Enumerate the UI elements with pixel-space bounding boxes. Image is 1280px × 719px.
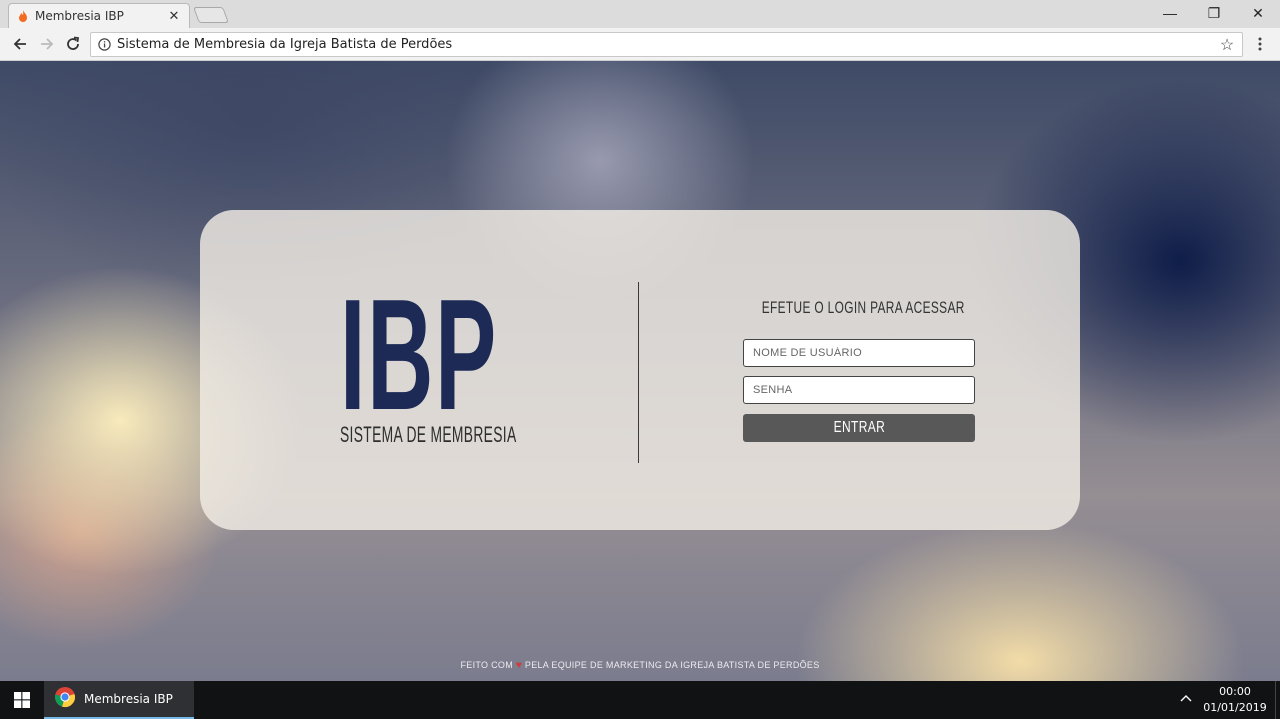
page-footer: FEITO COM ♥ PELA EQUIPE DE MARKETING DA … — [0, 660, 1280, 671]
maximize-button[interactable]: ❐ — [1192, 0, 1236, 26]
tray-chevron-icon[interactable] — [1180, 691, 1192, 705]
brand-mark: IBP — [340, 267, 498, 443]
flame-icon — [17, 9, 29, 23]
footer-prefix: FEITO COM — [460, 660, 514, 670]
address-bar[interactable]: Sistema de Membresia da Igreja Batista d… — [90, 32, 1243, 57]
login-card: IBP SISTEMA DE MEMBRESIA EFETUE O LOGIN … — [200, 210, 1080, 530]
browser-tab[interactable]: Membresia IBP ✕ — [8, 3, 190, 28]
info-icon[interactable] — [97, 38, 111, 52]
username-input[interactable] — [743, 339, 975, 367]
minimize-button[interactable]: — — [1148, 0, 1192, 26]
new-tab-button[interactable] — [193, 7, 229, 23]
address-text: Sistema de Membresia da Igreja Batista d… — [117, 37, 453, 52]
password-input[interactable] — [743, 376, 975, 404]
window-controls: — ❐ ✕ — [1148, 0, 1280, 28]
login-button[interactable]: ENTRAR — [743, 414, 975, 442]
tab-title: Membresia IBP — [35, 9, 124, 23]
vertical-divider — [638, 282, 639, 463]
page-viewport: IBP SISTEMA DE MEMBRESIA EFETUE O LOGIN … — [0, 61, 1280, 681]
browser-menu-icon[interactable] — [1250, 34, 1270, 54]
chrome-icon — [54, 686, 76, 713]
forward-arrow-icon[interactable] — [36, 33, 58, 55]
login-title: EFETUE O LOGIN PARA ACESSAR — [761, 298, 965, 317]
footer-suffix: PELA EQUIPE DE MARKETING DA IGREJA BATIS… — [524, 660, 820, 670]
browser-tabstrip: Membresia IBP ✕ — ❐ ✕ — [0, 0, 1280, 28]
tab-close-icon[interactable]: ✕ — [167, 8, 181, 24]
windows-start-icon[interactable] — [0, 681, 44, 719]
brand-logo: IBP SISTEMA DE MEMBRESIA — [340, 267, 517, 448]
clock-time: 00:00 — [1219, 685, 1251, 698]
login-button-label: ENTRAR — [833, 419, 885, 436]
clock-date: 01/01/2019 — [1203, 701, 1267, 714]
taskbar-app-chrome[interactable]: Membresia IBP — [44, 681, 194, 719]
browser-toolbar: Sistema de Membresia da Igreja Batista d… — [0, 28, 1280, 61]
brand-subtitle: SISTEMA DE MEMBRESIA — [340, 422, 517, 447]
show-desktop-button[interactable] — [1275, 681, 1280, 719]
heart-icon: ♥ — [515, 660, 523, 671]
back-arrow-icon[interactable] — [9, 33, 31, 55]
system-clock[interactable]: 00:00 01/01/2019 — [1200, 684, 1270, 716]
bookmark-star-icon[interactable]: ☆ — [1218, 35, 1236, 55]
taskbar-app-label: Membresia IBP — [84, 692, 173, 706]
close-window-button[interactable]: ✕ — [1236, 0, 1280, 26]
reload-icon[interactable] — [62, 33, 84, 55]
taskbar: Membresia IBP 00:00 01/01/2019 — [0, 681, 1280, 719]
